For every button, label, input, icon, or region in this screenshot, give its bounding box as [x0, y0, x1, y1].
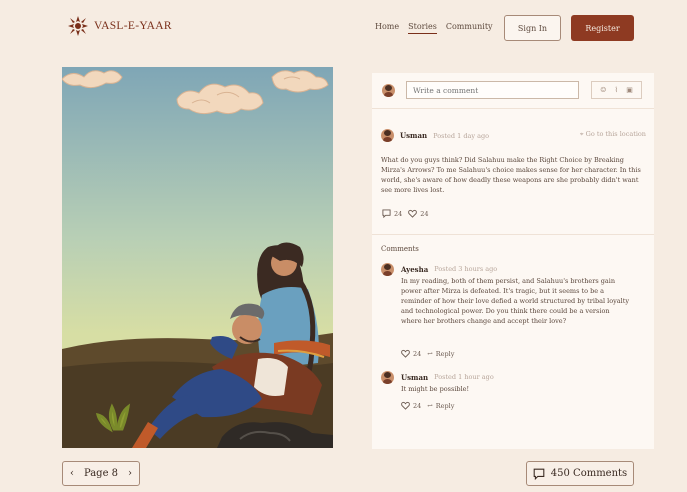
chevron-right-icon[interactable]: ›	[128, 468, 132, 479]
post-body-text: What do you guys think? Did Salahuu make…	[381, 156, 641, 194]
nav-community[interactable]: Community	[446, 22, 493, 34]
comment-author-avatar	[381, 371, 394, 384]
post-author-avatar	[381, 129, 394, 142]
comments-panel: ☺ ⌇ ▣ Usman Posted 1 day ago ⌖ Go to thi…	[372, 73, 654, 449]
comment-like-button[interactable]: 24	[401, 401, 421, 410]
section-divider	[372, 234, 654, 235]
brand-name: VASL-E-YAAR	[94, 20, 172, 32]
go-to-location-label: Go to this location	[585, 130, 646, 138]
comments-heading: Comments	[381, 245, 419, 253]
comment-item: Usman Posted 1 hour ago It might be poss…	[381, 371, 646, 421]
comment-actions: 24 ↩ Reply	[401, 401, 454, 410]
post-header: Usman Posted 1 day ago ⌖ Go to this loca…	[381, 129, 646, 142]
post-likes-number: 24	[420, 209, 429, 218]
comment-likes-number: 24	[413, 349, 422, 358]
comment-composer: ☺ ⌇ ▣	[372, 73, 654, 109]
comments-button-label: 450 Comments	[550, 468, 628, 479]
heart-icon	[401, 349, 410, 358]
reply-label: Reply	[435, 401, 455, 410]
post-like-button[interactable]: 24	[408, 209, 429, 218]
comment-header: Usman Posted 1 hour ago	[401, 373, 494, 382]
comment-reply-button[interactable]: ↩ Reply	[427, 350, 454, 358]
logo-emblem-icon	[68, 16, 88, 36]
nav-stories[interactable]: Stories	[408, 22, 437, 34]
nav-home[interactable]: Home	[375, 22, 399, 34]
heart-icon	[401, 401, 410, 410]
post-author-name[interactable]: Usman	[400, 131, 427, 140]
comic-art	[62, 67, 333, 448]
comment-like-button[interactable]: 24	[401, 349, 421, 358]
brand-logo[interactable]: VASL-E-YAAR	[66, 14, 172, 38]
heart-icon	[408, 209, 418, 218]
post-actions: 24 24	[382, 209, 429, 218]
comment-icon	[382, 209, 391, 218]
comment-author-avatar	[381, 263, 394, 276]
location-icon: ⌖	[579, 130, 584, 138]
comment-timestamp: Posted 1 hour ago	[434, 373, 494, 381]
emoji-icon[interactable]: ☺	[600, 86, 606, 94]
comment-likes-number: 24	[413, 401, 422, 410]
comment-item: Ayesha Posted 3 hours ago In my reading,…	[381, 263, 646, 363]
comment-icon	[533, 468, 545, 480]
sign-in-button[interactable]: Sign In	[504, 15, 561, 41]
top-header: VASL-E-YAAR Home Stories Community Sign …	[0, 0, 687, 52]
reply-arrow-icon: ↩	[427, 401, 433, 410]
post-comments-number: 24	[394, 209, 403, 218]
post-timestamp: Posted 1 day ago	[433, 131, 490, 140]
comic-page-illustration	[62, 67, 333, 448]
comment-header: Ayesha Posted 3 hours ago	[401, 265, 497, 274]
comment-body-text: In my reading, both of them persist, and…	[401, 277, 630, 325]
comment-reply-button[interactable]: ↩ Reply	[427, 402, 454, 410]
current-user-avatar	[382, 84, 395, 97]
image-icon[interactable]: ▣	[626, 86, 633, 94]
page-label: Page 8	[83, 468, 119, 479]
reply-label: Reply	[435, 349, 455, 358]
post-comments-count[interactable]: 24	[382, 209, 402, 218]
register-button[interactable]: Register	[571, 15, 634, 41]
go-to-location-link[interactable]: ⌖ Go to this location	[580, 130, 646, 139]
comment-timestamp: Posted 3 hours ago	[434, 265, 498, 273]
chevron-left-icon[interactable]: ‹	[70, 468, 74, 479]
main-nav: Home Stories Community	[375, 22, 493, 34]
comment-actions: 24 ↩ Reply	[401, 349, 454, 358]
attach-icon[interactable]: ⌇	[615, 86, 618, 94]
comment-input[interactable]	[406, 81, 579, 99]
comment-author-name[interactable]: Usman	[401, 373, 428, 382]
comment-body-text: It might be possible!	[401, 385, 470, 393]
comments-toggle-button[interactable]: 450 Comments	[526, 461, 634, 486]
reply-arrow-icon: ↩	[427, 349, 433, 358]
format-toolbar: ☺ ⌇ ▣	[591, 81, 642, 99]
page-navigator: ‹ Page 8 ›	[62, 461, 140, 486]
comment-author-name[interactable]: Ayesha	[401, 265, 428, 274]
